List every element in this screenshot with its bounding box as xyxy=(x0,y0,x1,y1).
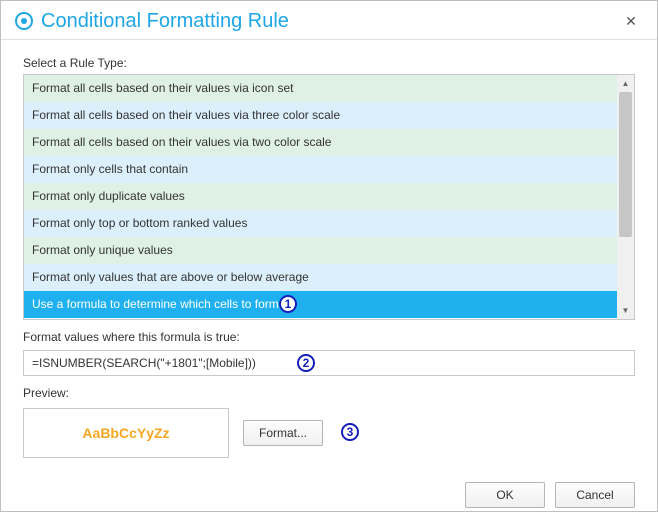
dialog-title: Conditional Formatting Rule xyxy=(41,10,619,33)
conditional-formatting-dialog: Conditional Formatting Rule ✕ Select a R… xyxy=(1,1,657,511)
rule-type-item[interactable]: Format only cells that contain xyxy=(24,156,617,183)
dialog-footer: OK Cancel xyxy=(1,470,657,524)
close-icon[interactable]: ✕ xyxy=(619,9,643,33)
scroll-thumb[interactable] xyxy=(619,92,632,237)
preview-label: Preview: xyxy=(23,386,635,400)
annotation-marker-3: 3 xyxy=(341,423,359,441)
app-icon xyxy=(15,12,33,30)
rule-type-item[interactable]: Format only duplicate values xyxy=(24,183,617,210)
scrollbar[interactable]: ▲ ▼ xyxy=(617,75,634,319)
formula-input[interactable] xyxy=(23,350,635,376)
titlebar: Conditional Formatting Rule ✕ xyxy=(1,1,657,40)
scroll-up-icon[interactable]: ▲ xyxy=(617,75,634,92)
cancel-button[interactable]: Cancel xyxy=(555,482,635,508)
rule-type-item[interactable]: Format only values that are above or bel… xyxy=(24,264,617,291)
rule-type-item[interactable]: Format only unique values xyxy=(24,237,617,264)
rule-type-list-inner[interactable]: Format all cells based on their values v… xyxy=(24,75,617,319)
ok-button[interactable]: OK xyxy=(465,482,545,508)
rule-type-list: Format all cells based on their values v… xyxy=(23,74,635,320)
rule-type-item[interactable]: Format all cells based on their values v… xyxy=(24,129,617,156)
annotation-marker-1: 1 xyxy=(279,295,297,313)
scroll-track[interactable] xyxy=(617,92,634,302)
rule-type-item[interactable]: Format all cells based on their values v… xyxy=(24,102,617,129)
dialog-content: Select a Rule Type: Format all cells bas… xyxy=(1,40,657,470)
preview-row: AaBbCcYyZz Format... 3 xyxy=(23,408,635,458)
formula-row: 2 xyxy=(23,350,635,376)
rule-type-item[interactable]: Format only top or bottom ranked values xyxy=(24,210,617,237)
preview-box: AaBbCcYyZz xyxy=(23,408,229,458)
rule-type-label: Select a Rule Type: xyxy=(23,56,635,70)
formula-label: Format values where this formula is true… xyxy=(23,330,635,344)
rule-type-item[interactable]: Use a formula to determine which cells t… xyxy=(24,291,617,318)
scroll-down-icon[interactable]: ▼ xyxy=(617,302,634,319)
rule-type-item[interactable]: Format all cells based on their values v… xyxy=(24,75,617,102)
format-button[interactable]: Format... xyxy=(243,420,323,446)
